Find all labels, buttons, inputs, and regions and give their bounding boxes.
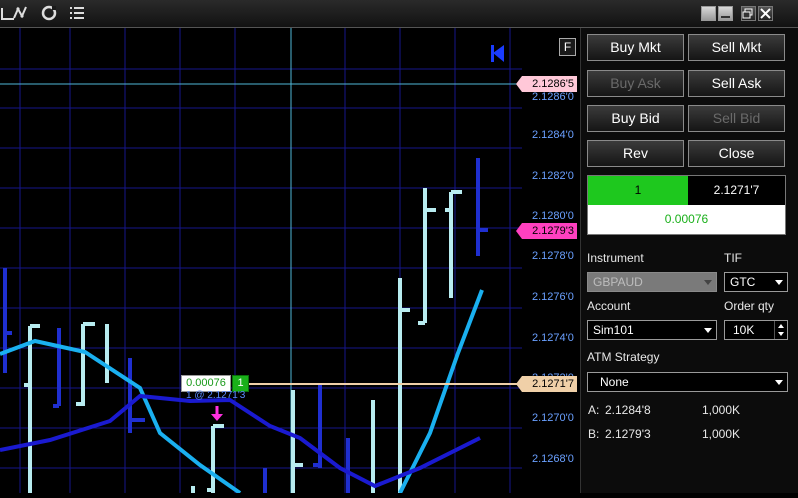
restore-icon[interactable]: [701, 6, 716, 21]
chevron-down-icon: [704, 280, 712, 285]
reload-icon[interactable]: [40, 4, 58, 22]
price-label: 2.1280'0: [532, 210, 574, 222]
ask-label: A:: [588, 403, 600, 417]
scroll-to-end-icon[interactable]: [491, 45, 504, 62]
tif-label: TIF: [724, 251, 742, 265]
order-qty-label: Order qty: [724, 299, 775, 313]
chart-grid: [0, 28, 522, 493]
drawing-tools-icon[interactable]: [12, 4, 30, 22]
chevron-down-icon: [775, 380, 783, 385]
reverse-button[interactable]: Rev: [587, 140, 684, 167]
price-chart[interactable]: F 2.1286'0 2.1284'0 2.1282'0 2.1280'0 2.…: [0, 28, 580, 495]
ask-size: 1,000K: [702, 403, 741, 417]
atm-strategy-select[interactable]: None: [587, 372, 788, 392]
instrument-value: GBPAUD: [593, 275, 643, 289]
price-label: 2.1278'0: [532, 250, 574, 262]
position-price-tag: 2.1271'7: [516, 376, 577, 392]
atm-strategy-label: ATM Strategy: [587, 350, 660, 364]
position-avg-price: 2.1271'7: [688, 176, 785, 205]
fast-moving-average-right: [398, 289, 484, 494]
order-qty-stepper[interactable]: 10K: [724, 320, 788, 340]
close-position-button[interactable]: Close: [688, 140, 785, 167]
price-label: 2.1286'0: [532, 91, 574, 103]
atm-strategy-value: None: [600, 375, 629, 389]
tif-value: GTC: [730, 275, 756, 289]
sell-market-button[interactable]: Sell Mkt: [688, 34, 785, 61]
chart-canvas[interactable]: [0, 28, 580, 495]
chart-toolbar: [0, 0, 798, 28]
position-display: 1 2.1271'7 0.00076: [587, 175, 786, 235]
minimize-icon[interactable]: [718, 6, 733, 21]
price-label: 2.1282'0: [532, 170, 574, 182]
chevron-down-icon: [775, 280, 783, 285]
sell-bid-button[interactable]: Sell Bid: [688, 105, 785, 132]
order-entry-panel: Buy Mkt Sell Mkt Buy Ask Sell Ask Buy Bi…: [580, 28, 798, 493]
fast-moving-average: [0, 338, 242, 495]
ask-price-tag: 2.1286'5: [516, 76, 577, 92]
ask-price: 2.1284'8: [605, 403, 651, 417]
order-qty-value: 10K: [733, 323, 755, 337]
spinner-arrows-icon[interactable]: [775, 321, 787, 339]
instrument-label: Instrument: [587, 251, 644, 265]
buy-bid-button[interactable]: Buy Bid: [587, 105, 684, 132]
account-label: Account: [587, 299, 631, 313]
position-fill-label: 1 @ 2.1271'3: [186, 390, 246, 401]
close-icon[interactable]: [758, 6, 773, 21]
bid-price-tag: 2.1279'3: [516, 223, 577, 239]
bid-label: B:: [588, 427, 600, 441]
buy-ask-button[interactable]: Buy Ask: [587, 70, 684, 97]
entry-arrow-icon: [211, 406, 223, 421]
price-bars: [3, 158, 488, 493]
maximize-icon[interactable]: [741, 6, 756, 21]
sell-ask-button[interactable]: Sell Ask: [688, 70, 785, 97]
list-icon[interactable]: [68, 4, 86, 22]
slow-moving-average: [0, 393, 481, 489]
position-pnl: 0.00076: [588, 205, 785, 234]
chevron-down-icon: [704, 328, 712, 333]
price-label: 2.1284'0: [532, 129, 574, 141]
qty-spinner[interactable]: [774, 321, 787, 339]
price-label: 2.1268'0: [532, 453, 574, 465]
account-select[interactable]: Sim101: [587, 320, 717, 340]
tif-select[interactable]: GTC: [724, 272, 788, 292]
price-label: 2.1274'0: [532, 332, 574, 344]
price-label: 2.1276'0: [532, 291, 574, 303]
price-label: 2.1270'0: [532, 412, 574, 424]
bid-size: 1,000K: [702, 427, 741, 441]
account-value: Sim101: [593, 323, 634, 337]
bid-price: 2.1279'3: [605, 427, 651, 441]
price-axis: 2.1286'0 2.1284'0 2.1282'0 2.1280'0 2.12…: [522, 28, 580, 493]
position-quantity: 1: [588, 176, 688, 205]
buy-market-button[interactable]: Buy Mkt: [587, 34, 684, 61]
instrument-select[interactable]: GBPAUD: [587, 272, 717, 292]
